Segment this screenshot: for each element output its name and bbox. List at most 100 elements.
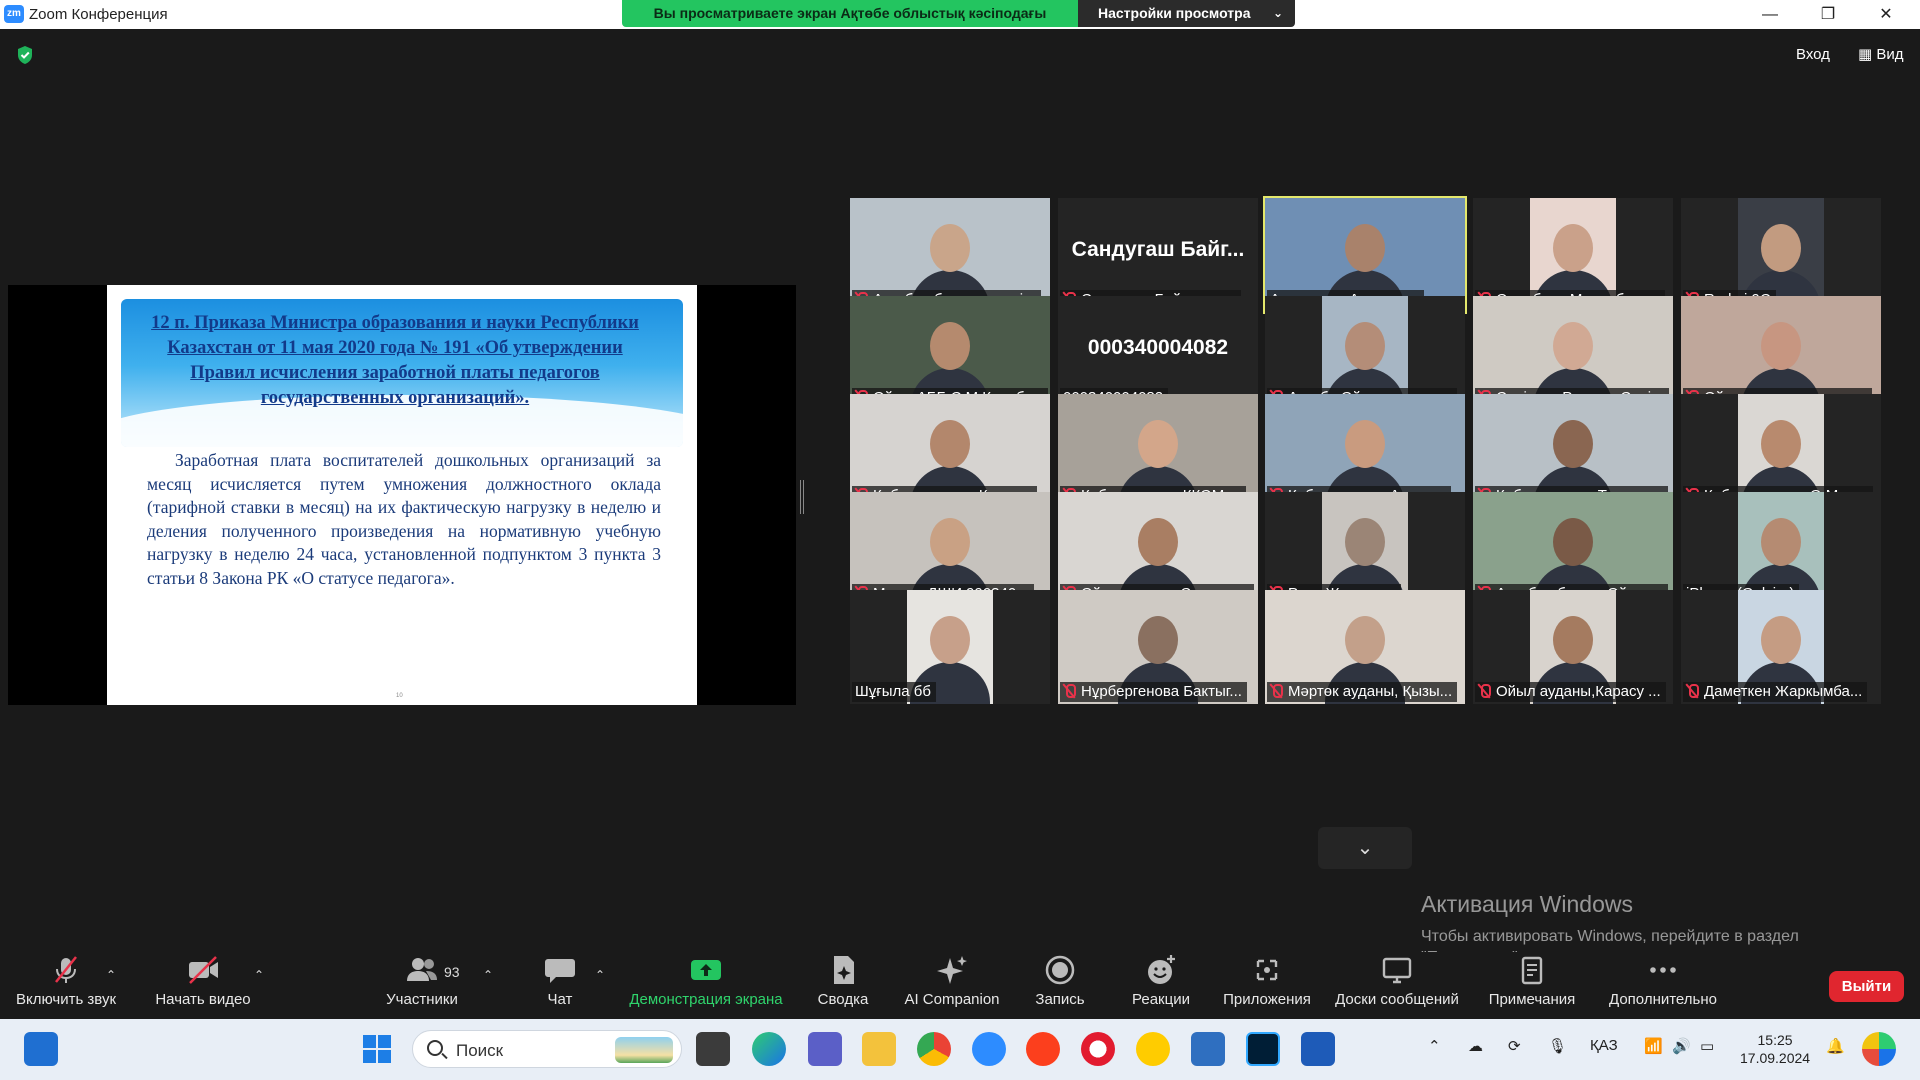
teams-icon[interactable] [808, 1032, 842, 1066]
apps-label: Приложения [1223, 991, 1311, 1008]
participants-button[interactable]: Участники [380, 952, 464, 1019]
participants-gallery: Ақтөбе облыстық кәсі...Сандугаш Байг...С… [850, 196, 1882, 798]
participants-options-caret-icon[interactable]: ⌃ [483, 968, 493, 982]
participant-tile[interactable]: Ойыл ауданы,Карасу ... [1473, 590, 1673, 704]
wifi-icon[interactable]: 📶 [1644, 1037, 1663, 1055]
reactions-label: Реакции [1132, 991, 1190, 1008]
clock-date: 17.09.2024 [1740, 1050, 1811, 1066]
participant-tile[interactable]: Александр Алимпиев [1263, 196, 1467, 314]
participant-tile[interactable]: Даметкен Жаркымба... [1681, 590, 1881, 704]
edge-browser-icon[interactable] [752, 1032, 786, 1066]
view-settings-button[interactable]: Настройки просмотра ⌄ [1078, 0, 1295, 27]
participant-tile[interactable]: Нұрбергенова Бактыг... [1058, 590, 1258, 704]
shield-check-icon[interactable] [16, 45, 34, 65]
notes-icon [1521, 956, 1543, 985]
participant-display-name: Сандугаш Байг... [1071, 238, 1245, 261]
more-button[interactable]: Дополнительно [1604, 952, 1722, 1019]
apps-button[interactable]: Приложения [1220, 952, 1314, 1019]
participant-tile[interactable]: Рита Жакенова [1265, 492, 1465, 606]
taskbar-search-box[interactable]: Поиск [412, 1030, 682, 1068]
participant-tile[interactable]: Шұғыла бб [850, 590, 1050, 704]
search-placeholder: Поиск [456, 1041, 504, 1060]
close-button[interactable]: ✕ [1858, 0, 1914, 29]
summary-button[interactable]: Сводка [812, 952, 874, 1019]
participant-face [930, 420, 970, 468]
participant-face [930, 518, 970, 566]
battery-icon[interactable]: ▭ [1700, 1037, 1714, 1055]
video-options-caret-icon[interactable]: ⌃ [254, 968, 264, 982]
summary-document-icon [834, 956, 854, 984]
unmute-button[interactable]: Включить звук [12, 952, 120, 1019]
minimize-button[interactable]: — [1742, 0, 1798, 29]
participant-tile[interactable]: Redmi 9C [1681, 198, 1881, 312]
participant-tile[interactable]: Ойыл ауданы Сағa ме... [1058, 492, 1258, 606]
notes-button[interactable]: Примечания [1486, 952, 1578, 1019]
participant-tile[interactable]: Ойыл қазақ орта мект... [1681, 296, 1881, 410]
volume-icon[interactable]: 🔊 [1672, 1037, 1691, 1055]
participant-tile[interactable]: 000340004082000340004082 [1058, 296, 1258, 410]
yandex-browser-icon[interactable] [1136, 1032, 1170, 1066]
participant-face [1138, 616, 1178, 664]
whiteboard-icon [1382, 957, 1412, 984]
chat-options-caret-icon[interactable]: ⌃ [595, 968, 605, 982]
zoom-taskbar-icon[interactable] [972, 1032, 1006, 1066]
participant-face [1761, 420, 1801, 468]
opera-icon[interactable] [1081, 1032, 1115, 1066]
participant-name-label: Шұғыла бб [852, 682, 936, 702]
splitter-handle[interactable] [800, 480, 804, 514]
participant-name: Ойыл ауданы,Карасу ... [1496, 683, 1661, 700]
windows-start-icon[interactable] [360, 1032, 394, 1066]
participant-tile[interactable]: Сандугаш Байг...Сандугаш Байгуловна [1058, 198, 1258, 312]
chat-bubble-icon [545, 959, 575, 983]
gallery-next-page-button[interactable]: ⌄ [1318, 827, 1412, 869]
keyboard-language[interactable]: ҚАЗ [1590, 1037, 1618, 1054]
participant-face [1553, 322, 1593, 370]
login-button[interactable]: Вход [1788, 41, 1838, 69]
participant-tile[interactable]: Қобда ауданы .Ө.Мол... [1681, 394, 1881, 508]
participant-tile[interactable]: Қобда ауданы Талдыс... [1473, 394, 1673, 508]
photoshop-icon[interactable] [1246, 1032, 1280, 1066]
participant-tile[interactable]: Ойыл АББ С.М.Караба... [850, 296, 1050, 410]
microphone-muted-icon [1063, 684, 1076, 698]
start-video-button[interactable]: Начать видео [150, 952, 256, 1019]
taskbar-clock[interactable]: 15:25 17.09.2024 [1740, 1031, 1810, 1067]
participant-tile[interactable]: Мәртөк ауданы, Қызы... [1265, 590, 1465, 704]
participant-tile[interactable]: Ақтөбе облыстық кәсі... [850, 198, 1050, 312]
file-explorer-icon[interactable] [862, 1032, 896, 1066]
reactions-button[interactable]: Реакции [1128, 952, 1194, 1019]
audio-options-caret-icon[interactable]: ⌃ [106, 968, 116, 982]
word-icon[interactable] [1301, 1032, 1335, 1066]
participant-tile[interactable]: Мартук ДШИ 990340... [850, 492, 1050, 606]
participant-tile[interactable]: iPhone (Gulvira) [1681, 492, 1881, 606]
share-screen-button[interactable]: Демонстрация экрана [624, 952, 788, 1019]
onedrive-icon[interactable]: ☁ [1468, 1037, 1483, 1055]
chat-button[interactable]: Чат [536, 952, 584, 1019]
restore-button[interactable]: ❐ [1800, 0, 1856, 29]
microphone-tray-icon[interactable]: 🎙 [1548, 1037, 1567, 1055]
chrome-icon[interactable] [917, 1032, 951, 1066]
notifications-icon[interactable]: 🔔 [1826, 1037, 1845, 1055]
sync-icon[interactable]: ⟳ [1508, 1037, 1521, 1055]
widgets-icon[interactable] [24, 1032, 58, 1066]
participant-tile[interactable]: Серікова Раушан Сері... [1473, 296, 1673, 410]
participant-tile[interactable]: Актөбе.Ойыл селосы ... [1265, 296, 1465, 410]
yandex-icon[interactable] [1026, 1032, 1060, 1066]
record-button[interactable]: Запись [1030, 952, 1090, 1019]
whiteboards-button[interactable]: Доски сообщений [1332, 952, 1462, 1019]
participant-tile[interactable]: Қобда ауданы, Құрса... [850, 394, 1050, 508]
presentation-slide: 12 п. Приказа Министра образования и нау… [107, 285, 697, 705]
snipping-tool-icon[interactable] [1191, 1032, 1225, 1066]
participant-tile[interactable]: Қобда ауданы ҚКОМ ... [1058, 394, 1258, 508]
participant-tile[interactable]: Актөбе облысы Ойыл ... [1473, 492, 1673, 606]
view-button[interactable]: ▦ Вид [1852, 41, 1910, 69]
copilot-icon[interactable] [1862, 1032, 1896, 1066]
participant-tile[interactable]: Кобда ауданы Акыра... [1265, 394, 1465, 508]
leave-meeting-button[interactable]: Выйти [1829, 971, 1904, 1002]
record-icon [1045, 955, 1075, 985]
ai-companion-button[interactable]: AI Companion [898, 952, 1006, 1019]
slide-title: 12 п. Приказа Министра образования и нау… [151, 313, 639, 408]
tray-overflow-icon[interactable]: ⌃ [1428, 1037, 1441, 1055]
task-view-icon[interactable] [696, 1032, 730, 1066]
participants-count: 93 [444, 964, 460, 980]
participant-tile[interactable]: Ордабаев Мухамбетд... [1473, 198, 1673, 312]
